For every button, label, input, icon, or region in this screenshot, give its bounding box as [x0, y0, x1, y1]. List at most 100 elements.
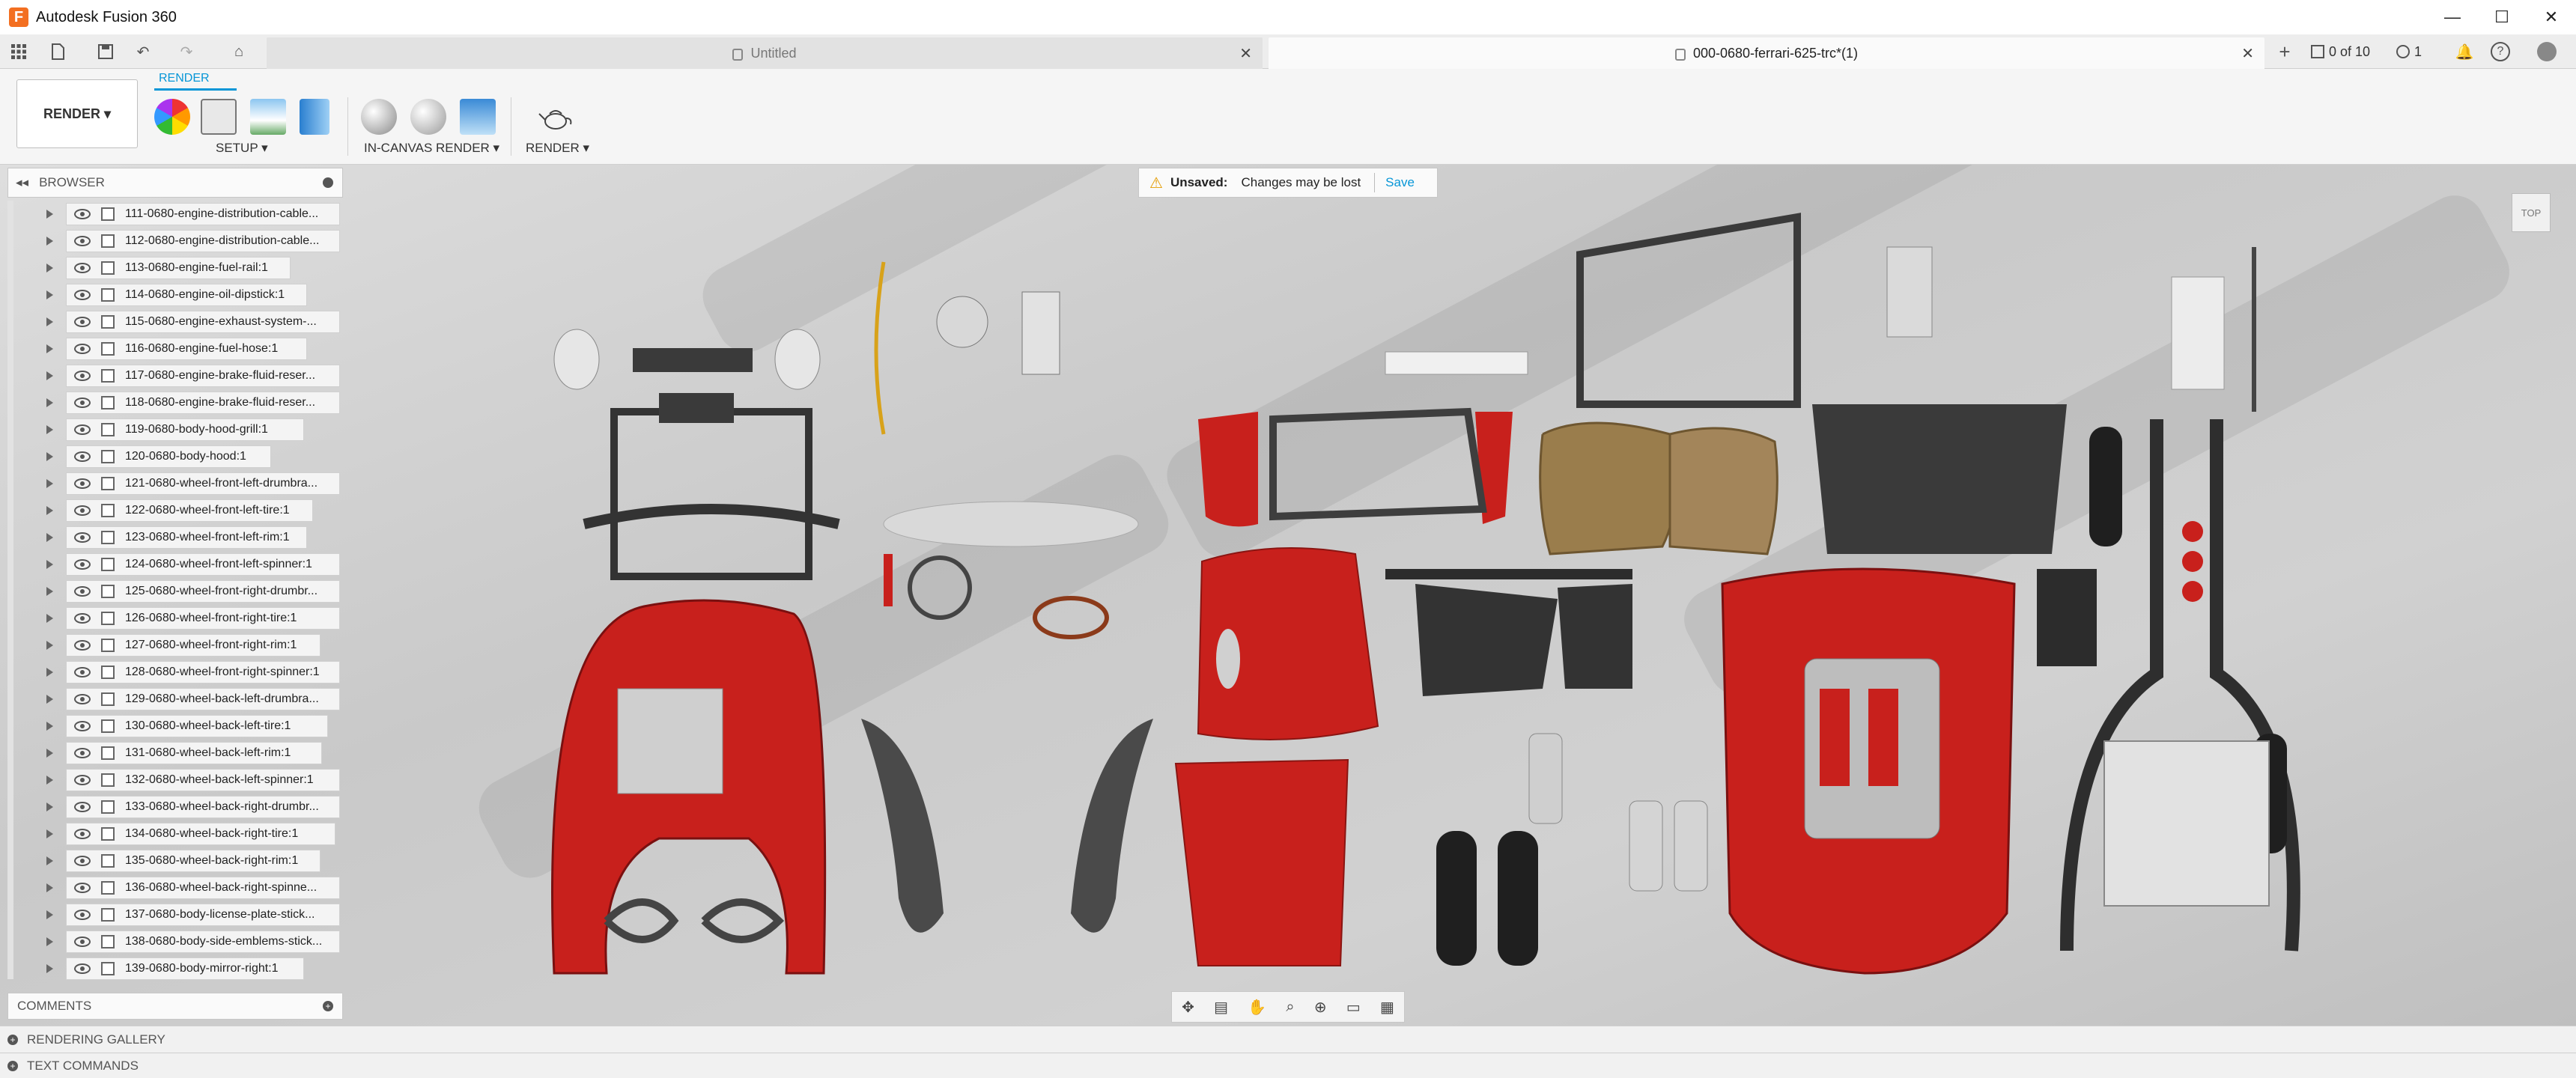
browser-component-item[interactable]: 118-0680-engine-brake-fluid-reser... [66, 392, 340, 414]
expand-arrow-icon[interactable] [46, 937, 53, 946]
browser-component-item[interactable]: 131-0680-wheel-back-left-rim:1 [66, 742, 322, 764]
browser-component-item[interactable]: 129-0680-wheel-back-left-drumbra... [66, 688, 340, 710]
orbit-icon[interactable]: ✥ [1182, 998, 1194, 1017]
expand-arrow-icon[interactable] [46, 452, 53, 461]
expand-text-commands-icon[interactable]: + [7, 1060, 18, 1071]
visibility-eye-icon[interactable] [74, 613, 91, 624]
maximize-button[interactable]: ☐ [2477, 0, 2527, 34]
expand-arrow-icon[interactable] [46, 856, 53, 865]
render-teapot-icon[interactable] [538, 99, 574, 135]
expand-arrow-icon[interactable] [46, 264, 53, 272]
tab-render[interactable]: RENDER [159, 72, 210, 85]
grid-snaps-icon[interactable]: ▦ [1380, 998, 1394, 1017]
texture-map-icon[interactable] [300, 99, 329, 135]
new-tab-icon[interactable]: + [2275, 40, 2294, 63]
browser-tree-row[interactable]: 120-0680-body-hood:1 [7, 443, 343, 470]
browser-component-item[interactable]: 124-0680-wheel-front-left-spinner:1 [66, 553, 340, 576]
tab-untitled[interactable]: Untitled ✕ [267, 37, 1263, 69]
browser-component-item[interactable]: 132-0680-wheel-back-left-spinner:1 [66, 769, 340, 791]
home-icon[interactable]: ⌂ [229, 42, 249, 61]
expand-arrow-icon[interactable] [46, 290, 53, 299]
browser-tree-row[interactable]: 114-0680-engine-oil-dipstick:1 [7, 281, 343, 308]
expand-arrow-icon[interactable] [46, 425, 53, 434]
job-status[interactable]: 0 of 10 [2311, 40, 2370, 63]
visibility-eye-icon[interactable] [74, 344, 91, 354]
expand-arrow-icon[interactable] [46, 964, 53, 973]
visibility-eye-icon[interactable] [74, 209, 91, 219]
visibility-eye-icon[interactable] [74, 263, 91, 273]
expand-arrow-icon[interactable] [46, 506, 53, 515]
browser-tree-row[interactable]: 123-0680-wheel-front-left-rim:1 [7, 524, 343, 551]
visibility-eye-icon[interactable] [74, 236, 91, 246]
browser-tree-row[interactable]: 111-0680-engine-distribution-cable... [7, 201, 343, 228]
browser-component-item[interactable]: 121-0680-wheel-front-left-drumbra... [66, 472, 340, 495]
expand-arrow-icon[interactable] [46, 776, 53, 785]
browser-component-item[interactable]: 137-0680-body-license-plate-stick... [66, 904, 340, 926]
expand-arrow-icon[interactable] [46, 237, 53, 246]
browser-component-item[interactable]: 113-0680-engine-fuel-rail:1 [66, 257, 291, 279]
pan-icon[interactable]: ✋ [1248, 998, 1266, 1017]
visibility-eye-icon[interactable] [74, 505, 91, 516]
expand-arrow-icon[interactable] [46, 398, 53, 407]
zoom-window-icon[interactable]: ⊕ [1314, 998, 1327, 1017]
zoom-icon[interactable]: ⌕ [1286, 999, 1294, 1016]
close-tab-icon[interactable]: ✕ [1239, 44, 1252, 63]
browser-component-item[interactable]: 139-0680-body-mirror-right:1 [66, 957, 304, 980]
expand-arrow-icon[interactable] [46, 803, 53, 811]
visibility-eye-icon[interactable] [74, 532, 91, 543]
browser-tree-row[interactable]: 132-0680-wheel-back-left-spinner:1 [7, 767, 343, 794]
text-commands-panel[interactable]: + TEXT COMMANDS [0, 1053, 2576, 1078]
user-avatar[interactable] [2537, 42, 2557, 61]
exploded-model-parts[interactable] [0, 165, 2576, 1026]
browser-component-item[interactable]: 111-0680-engine-distribution-cable... [66, 203, 340, 225]
browser-component-item[interactable]: 135-0680-wheel-back-right-rim:1 [66, 850, 321, 872]
browser-component-item[interactable]: 138-0680-body-side-emblems-stick... [66, 931, 340, 953]
expand-arrow-icon[interactable] [46, 829, 53, 838]
browser-component-item[interactable]: 125-0680-wheel-front-right-drumbr... [66, 580, 340, 603]
comments-panel[interactable]: COMMENTS + [7, 993, 343, 1020]
expand-arrow-icon[interactable] [46, 614, 53, 623]
visibility-eye-icon[interactable] [74, 721, 91, 731]
browser-tree-row[interactable]: 126-0680-wheel-front-right-tire:1 [7, 605, 343, 632]
expand-arrow-icon[interactable] [46, 883, 53, 892]
capture-image-icon[interactable] [460, 99, 496, 135]
browser-component-item[interactable]: 116-0680-engine-fuel-hose:1 [66, 338, 307, 360]
browser-tree-row[interactable]: 117-0680-engine-brake-fluid-reser... [7, 362, 343, 389]
browser-tree-row[interactable]: 133-0680-wheel-back-right-drumbr... [7, 794, 343, 820]
visibility-eye-icon[interactable] [74, 290, 91, 300]
visibility-eye-icon[interactable] [74, 559, 91, 570]
browser-component-item[interactable]: 112-0680-engine-distribution-cable... [66, 230, 340, 252]
expand-arrow-icon[interactable] [46, 587, 53, 596]
browser-component-item[interactable]: 136-0680-wheel-back-right-spinne... [66, 877, 340, 899]
visibility-eye-icon[interactable] [74, 963, 91, 974]
browser-tree-row[interactable]: 130-0680-wheel-back-left-tire:1 [7, 713, 343, 740]
expand-arrow-icon[interactable] [46, 749, 53, 758]
expand-arrow-icon[interactable] [46, 479, 53, 488]
browser-tree-row[interactable]: 121-0680-wheel-front-left-drumbra... [7, 470, 343, 497]
expand-arrow-icon[interactable] [46, 641, 53, 650]
expand-arrow-icon[interactable] [46, 695, 53, 704]
browser-component-item[interactable]: 133-0680-wheel-back-right-drumbr... [66, 796, 340, 818]
visibility-eye-icon[interactable] [74, 667, 91, 677]
browser-tree-row[interactable]: 113-0680-engine-fuel-rail:1 [7, 255, 343, 281]
visibility-eye-icon[interactable] [74, 775, 91, 785]
workspace-selector[interactable]: RENDER ▾ [16, 79, 138, 148]
browser-component-item[interactable]: 134-0680-wheel-back-right-tire:1 [66, 823, 335, 845]
expand-arrow-icon[interactable] [46, 344, 53, 353]
add-comment-icon[interactable]: + [323, 1001, 333, 1011]
visibility-eye-icon[interactable] [74, 883, 91, 893]
browser-tree-row[interactable]: 115-0680-engine-exhaust-system-... [7, 308, 343, 335]
browser-tree-row[interactable]: 118-0680-engine-brake-fluid-reser... [7, 389, 343, 416]
scene-settings-icon[interactable] [201, 99, 237, 135]
browser-component-item[interactable]: 130-0680-wheel-back-left-tire:1 [66, 715, 328, 737]
browser-component-item[interactable]: 114-0680-engine-oil-dipstick:1 [66, 284, 307, 306]
visibility-eye-icon[interactable] [74, 856, 91, 866]
render-group-label[interactable]: RENDER ▾ [526, 141, 589, 156]
visibility-eye-icon[interactable] [74, 478, 91, 489]
browser-tree-row[interactable]: 138-0680-body-side-emblems-stick... [7, 928, 343, 955]
display-settings-icon[interactable]: ▭ [1346, 998, 1361, 1017]
save-link[interactable]: Save [1385, 175, 1415, 190]
visibility-eye-icon[interactable] [74, 937, 91, 947]
help-icon[interactable]: ? [2491, 42, 2510, 61]
browser-tree-row[interactable]: 137-0680-body-license-plate-stick... [7, 901, 343, 928]
